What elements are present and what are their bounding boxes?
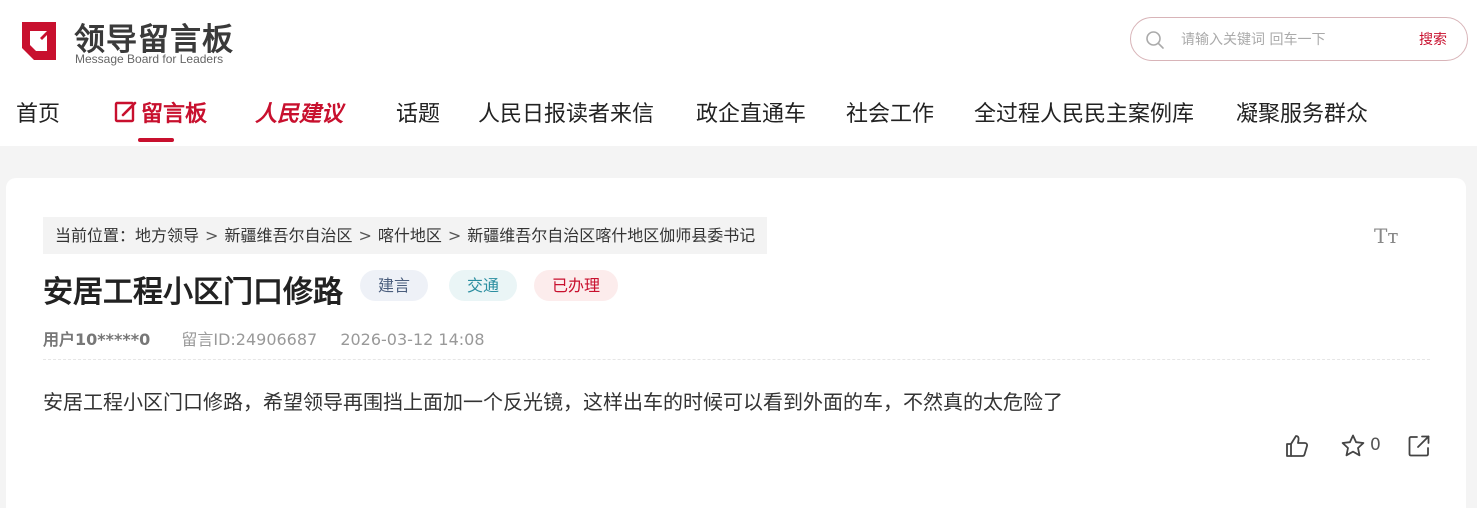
message-datetime: 2026-03-12 14:08 — [340, 330, 485, 349]
search-box: 搜索 — [1130, 17, 1468, 61]
nav-active-indicator — [138, 138, 174, 142]
edit-note-icon — [114, 101, 137, 123]
breadcrumb-item[interactable]: 喀什地区 — [378, 226, 442, 245]
message-card: 当前位置：地方领导 > 新疆维吾尔自治区 > 喀什地区 > 新疆维吾尔自治区喀什地区伽师县委… — [6, 178, 1466, 508]
breadcrumb-separator: > — [447, 226, 462, 245]
thumbs-up-icon[interactable] — [1284, 433, 1310, 459]
message-meta: 用户10*****0 留言ID:24906687 2026-03-12 14:0… — [43, 326, 485, 350]
nav-item-social-work[interactable]: 社会工作 — [846, 96, 934, 128]
star-icon[interactable] — [1340, 433, 1366, 459]
nav-item-home[interactable]: 首页 — [16, 96, 60, 128]
nav-item-message-board-label: 留言板 — [141, 102, 208, 127]
logo-mark-icon — [22, 22, 56, 60]
tag-traffic[interactable]: 交通 — [449, 270, 518, 301]
font-size-toggle-button[interactable]: Tт — [1374, 224, 1398, 248]
nav-item-gov-enterprise[interactable]: 政企直通车 — [696, 96, 806, 128]
breadcrumb-item[interactable]: 新疆维吾尔自治区喀什地区伽师县委书记 — [467, 226, 755, 245]
search-button[interactable]: 搜索 — [1419, 29, 1447, 49]
message-content: 安居工程小区门口修路，希望领导再围挡上面加一个反光镜，这样出车的时候可以看到外面… — [43, 390, 1063, 414]
main-nav: 首页 留言板 人民建议 话题 人民日报读者来信 政企直通车 社会工作 全过程人民… — [0, 92, 1477, 146]
nav-item-readers-letters[interactable]: 人民日报读者来信 — [478, 96, 654, 128]
breadcrumb: 当前位置：地方领导 > 新疆维吾尔自治区 > 喀什地区 > 新疆维吾尔自治区喀什地区伽师县委… — [43, 217, 768, 254]
message-title: 安居工程小区门口修路 — [43, 275, 343, 310]
search-input[interactable] — [1181, 27, 1411, 53]
nav-item-serve-masses[interactable]: 凝聚服务群众 — [1236, 96, 1368, 128]
divider — [43, 359, 1430, 360]
nav-item-topics[interactable]: 话题 — [396, 96, 440, 128]
nav-item-message-board[interactable]: 留言板 — [114, 96, 207, 128]
nav-item-democracy-cases[interactable]: 全过程人民民主案例库 — [974, 96, 1194, 128]
favorite-count: 0 — [1370, 435, 1381, 455]
brand-subtitle: Message Board for Leaders — [75, 52, 224, 66]
search-icon[interactable] — [1145, 30, 1165, 50]
message-user: 用户10*****0 — [43, 330, 151, 349]
site-header: 领导留言板 Message Board for Leaders 搜索 首页 留言… — [0, 0, 1477, 146]
tag-suggestion[interactable]: 建言 — [360, 270, 429, 301]
breadcrumb-item[interactable]: 新疆维吾尔自治区 — [224, 226, 352, 245]
breadcrumb-separator: > — [205, 226, 219, 245]
message-id: 留言ID:24906687 — [181, 330, 318, 349]
status-badge: 已办理 — [534, 270, 619, 301]
nav-item-people-suggestion[interactable]: 人民建议 — [255, 96, 343, 128]
message-actions: 0 — [1284, 433, 1444, 463]
share-icon[interactable] — [1406, 433, 1432, 459]
breadcrumb-separator: > — [358, 226, 372, 245]
breadcrumb-prefix: 当前位置： — [55, 226, 136, 245]
breadcrumb-item[interactable]: 地方领导 — [135, 226, 199, 245]
